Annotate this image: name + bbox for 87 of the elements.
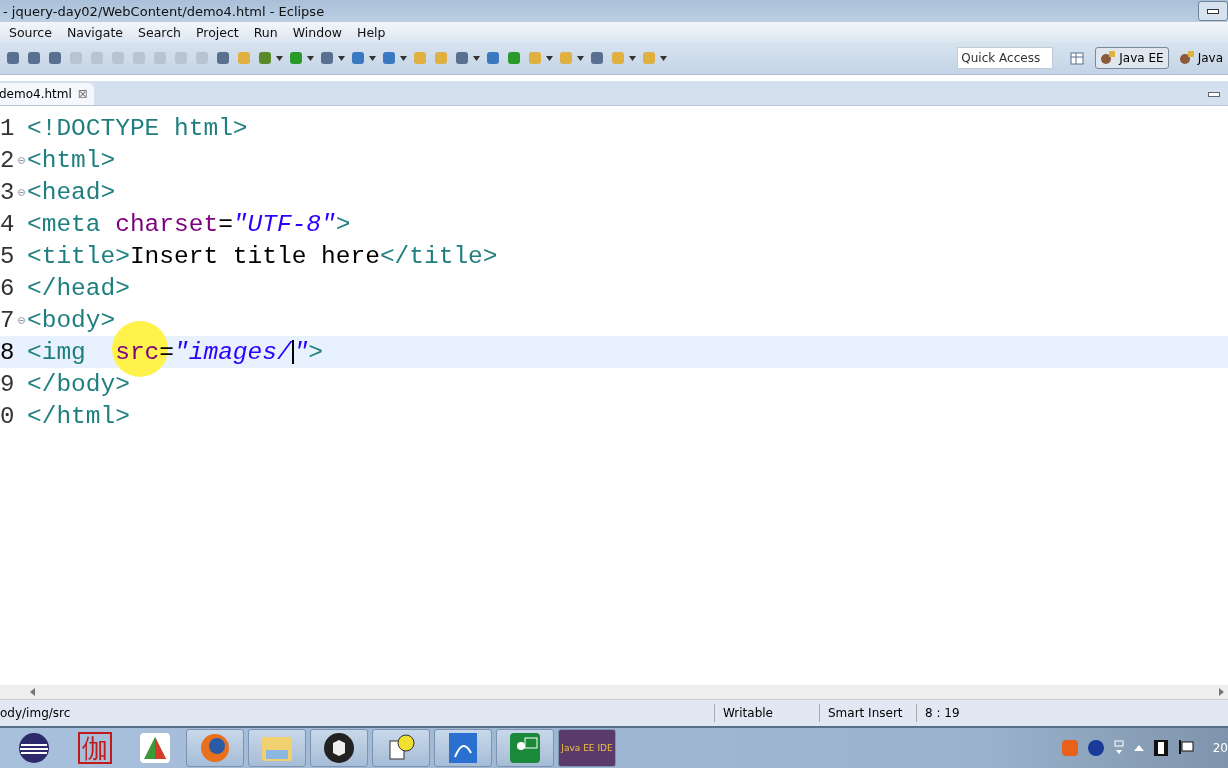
status-path: ody/img/src [0, 706, 72, 720]
java-ee-ide-button[interactable]: Java EE IDE [558, 729, 616, 767]
code-token: > [335, 210, 351, 238]
line-number: 3 [0, 178, 15, 206]
code-token: <img [27, 338, 87, 366]
scroll-left-icon[interactable] [30, 688, 35, 696]
code-token: <!DOCTYPE html> [27, 114, 248, 142]
close-icon[interactable]: ⊠ [77, 87, 88, 101]
scroll-right-icon[interactable] [1219, 688, 1224, 696]
code-token: </head> [27, 274, 130, 302]
caret-icon[interactable] [577, 55, 584, 61]
help-button[interactable] [372, 729, 430, 767]
text-cursor [291, 340, 294, 364]
caret-icon[interactable] [369, 55, 376, 61]
menu-item[interactable]: Help [357, 24, 386, 40]
quick-access-field[interactable]: Quick Access [957, 47, 1054, 69]
status-mode: Writable [714, 704, 819, 722]
line-number: 9 [0, 370, 15, 398]
line-number: 0 [0, 402, 15, 430]
caret-icon[interactable] [660, 55, 667, 61]
caret-icon[interactable] [473, 55, 480, 61]
code-token: <meta [27, 210, 102, 238]
code-token: Insert title here [129, 242, 380, 270]
perspective-icon [1178, 50, 1195, 66]
code-token: "images/ [174, 338, 292, 366]
code-token: </html> [27, 402, 130, 430]
caret-icon[interactable] [307, 55, 314, 61]
code-token: = [218, 210, 233, 238]
code-token: <body> [27, 306, 116, 334]
code-token: <head> [27, 178, 116, 206]
clock: 20 [1212, 741, 1228, 755]
minimize-button[interactable] [1208, 92, 1220, 97]
line-number: 6 [0, 274, 15, 302]
code-token: </body> [27, 370, 130, 398]
menu-item[interactable]: Source [9, 24, 52, 40]
firefox-button[interactable] [186, 729, 244, 767]
window-switch-icon[interactable] [1113, 740, 1124, 756]
caret-icon[interactable] [546, 55, 553, 61]
pdf-icon [449, 733, 477, 763]
help-document-icon [386, 733, 416, 763]
menu-item[interactable]: Search [138, 24, 181, 40]
perspective-button[interactable]: Java [1173, 47, 1228, 69]
line-number: 7 [0, 306, 15, 334]
open-perspective-icon[interactable] [1070, 50, 1087, 66]
firefox-icon [199, 732, 231, 764]
fold-icon[interactable] [17, 156, 25, 164]
pdf-reader-button[interactable] [434, 729, 492, 767]
code-token: "UTF-8" [232, 210, 336, 238]
chevron-up-icon[interactable] [1133, 745, 1144, 751]
code-token: charset [115, 210, 219, 238]
network-icon[interactable] [1177, 740, 1194, 756]
line-number: 4 [0, 210, 15, 238]
code-token: " [293, 338, 309, 366]
code-token: > [308, 338, 324, 366]
minimize-button[interactable] [1198, 1, 1228, 21]
fold-icon[interactable] [17, 316, 25, 324]
line-number: 1 [0, 114, 15, 142]
editor-tab[interactable]: demo4.html ⊠ [0, 83, 94, 105]
presenter-icon [510, 733, 540, 763]
eclipse-icon[interactable] [18, 732, 50, 764]
menu-item[interactable]: Navigate [66, 24, 123, 40]
line-number: 8 [0, 338, 15, 366]
status-insert-mode: Smart Insert [819, 704, 916, 722]
menu-item[interactable]: Window [292, 24, 342, 40]
perspective-button[interactable]: Java EE [1095, 47, 1169, 69]
line-number: 2 [0, 146, 15, 174]
code-token: src [115, 338, 160, 366]
cube-icon [323, 732, 355, 764]
perspective-icon [1100, 50, 1117, 66]
menu-item[interactable]: Project [195, 24, 239, 40]
menu-item[interactable]: Run [253, 24, 278, 40]
caret-icon[interactable] [276, 55, 283, 61]
status-position: 8 : 19 [916, 704, 1005, 722]
app-button[interactable] [310, 729, 368, 767]
horizontal-scrollbar[interactable] [0, 685, 1228, 700]
code-token: <title> [27, 242, 130, 270]
line-number: 5 [0, 242, 15, 270]
caret-icon[interactable] [629, 55, 636, 61]
film-icon[interactable] [1153, 740, 1168, 756]
fold-icon[interactable] [17, 188, 25, 196]
caret-icon[interactable] [400, 55, 407, 61]
presenter-button[interactable] [496, 729, 554, 767]
code-token: </title> [379, 242, 498, 270]
window-title: - jquery-day02/WebContent/demo4.html - Eclipse [3, 3, 326, 19]
app-icon[interactable] [140, 733, 170, 763]
code-token: <html> [27, 146, 116, 174]
caret-icon[interactable] [338, 55, 345, 61]
